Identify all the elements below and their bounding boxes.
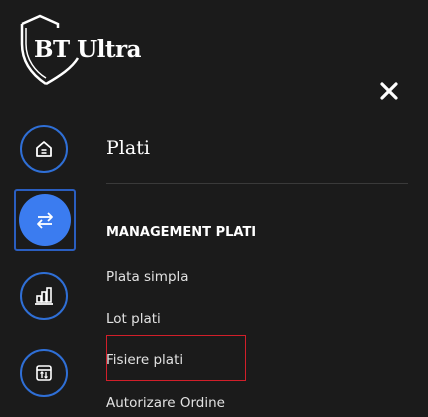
close-icon (380, 82, 398, 100)
home-icon (36, 141, 52, 157)
menu-header: MANAGEMENT PLATI (106, 225, 257, 240)
nav-payments-button[interactable] (19, 194, 71, 246)
close-button[interactable] (376, 78, 402, 104)
nav-scheduled-button[interactable] (20, 349, 68, 397)
calendar-exchange-icon (36, 365, 52, 381)
bt-ultra-logo[interactable]: BT Ultra (18, 14, 142, 86)
menu-item-lot-plati[interactable]: Lot plati (106, 311, 161, 327)
logo-text: BT Ultra (34, 36, 142, 63)
menu-item-plata-simpla[interactable]: Plata simpla (106, 269, 189, 285)
nav-home-button[interactable] (20, 125, 68, 173)
transfer-arrows-icon (37, 212, 53, 229)
section-title: Plati (106, 137, 150, 159)
nav-reports-button[interactable] (20, 272, 68, 320)
menu-item-autorizare-ordine[interactable]: Autorizare Ordine (106, 395, 225, 411)
menu-item-fisiere-plati[interactable]: Fisiere plati (106, 352, 183, 368)
section-divider (106, 183, 408, 184)
bar-chart-icon (35, 287, 53, 305)
side-menu-panel: BT Ultra Plati MANAGEMENT PLATI Plata si… (0, 0, 428, 417)
